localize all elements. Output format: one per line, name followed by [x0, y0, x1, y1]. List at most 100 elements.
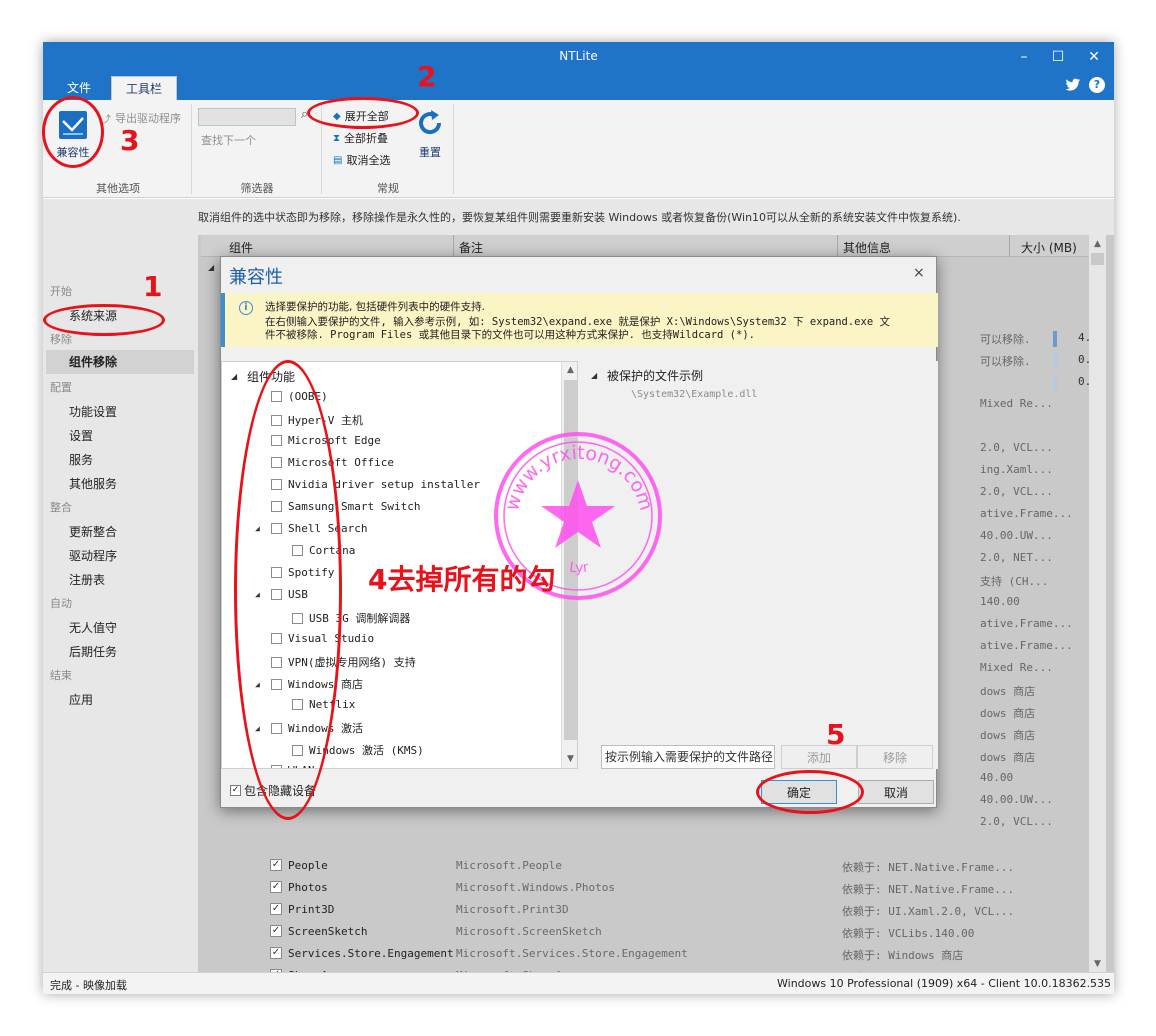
row-name: Services.Store.Engagement: [288, 947, 454, 960]
col-separator: [453, 235, 454, 257]
nav-header-config: 配置: [50, 381, 72, 394]
row-other: 依赖于: UI.Xaml.2.0, VCL...: [842, 905, 1015, 918]
grid-peek-text: 2.0, VCL...: [980, 485, 1053, 498]
filter-input[interactable]: [198, 108, 296, 126]
export-driver-button[interactable]: ⤴ 导出驱动程序: [101, 110, 181, 126]
nav-item-services[interactable]: 服务: [69, 451, 93, 468]
annotation-number: 5: [826, 718, 846, 751]
tree-toggle-icon[interactable]: ◢: [591, 371, 597, 380]
nav-item-unattended[interactable]: 无人值守: [69, 619, 117, 636]
row-name: Print3D: [288, 903, 335, 916]
row-note: Microsoft.People: [456, 859, 562, 872]
ribbon-separator: [453, 104, 454, 194]
nav-item-component-removal[interactable]: 组件移除: [46, 350, 194, 374]
grid-peek-text: 40.00: [980, 771, 1014, 784]
nav-header-remove: 移除: [50, 333, 72, 346]
collapse-icon: ⧗: [333, 132, 341, 144]
grid-scrollbar[interactable]: ▲ ▼: [1089, 235, 1106, 972]
protected-header[interactable]: ◢ 被保护的文件示例: [591, 367, 703, 384]
ribbon-separator: [191, 104, 192, 194]
dialog-title: 兼容性: [229, 267, 283, 288]
deselect-all-button[interactable]: ▤ 取消全选: [333, 152, 390, 168]
grid-peek-text: 2.0, VCL...: [980, 441, 1053, 454]
col-header-other[interactable]: 其他信息: [843, 239, 891, 256]
table-row[interactable]: ✓ ScreenSketch Microsoft.ScreenSketch 依赖于: …: [198, 921, 1086, 943]
left-nav: 开始 系统来源 移除 组件移除 配置 功能设置 设置 服务 其他服务 整合 更新…: [43, 235, 198, 972]
title-bar: NTLite – ☐ ✕: [43, 42, 1114, 72]
nav-item-post-setup[interactable]: 后期任务: [69, 643, 117, 660]
dialog-info-banner: i 选择要保护的功能, 包括硬件列表中的硬件支持. 在右侧输入要保护的文件, 输…: [221, 293, 938, 347]
collapse-all-button[interactable]: ⧗ 全部折叠: [333, 130, 388, 146]
table-row[interactable]: ✓ Services.Store.Engagement Microsoft.Serv…: [198, 943, 1086, 965]
nav-item-features[interactable]: 功能设置: [69, 403, 117, 420]
size-bar: [1053, 353, 1057, 369]
status-bar: 完成 - 映像加载 Windows 10 Professional (1909)…: [43, 972, 1114, 994]
group-label-filter: 筛选器: [240, 182, 274, 195]
row-checkbox[interactable]: ✓: [270, 903, 282, 915]
col-header-note[interactable]: 备注: [459, 239, 483, 256]
row-checkbox[interactable]: ✓: [270, 947, 282, 959]
dialog-close-button[interactable]: ×: [913, 265, 925, 281]
table-row[interactable]: ✓ Print3D Microsoft.Print3D 依赖于: UI.Xaml.2.…: [198, 899, 1086, 921]
remove-button[interactable]: 移除: [857, 745, 933, 769]
size-bar: [1053, 375, 1057, 391]
row-name: People: [288, 859, 328, 872]
table-row[interactable]: ✓ People Microsoft.People 依赖于: NET.Native.F…: [198, 855, 1086, 877]
grid-peek-text: 140.00: [980, 595, 1020, 608]
row-checkbox[interactable]: ✓: [270, 925, 282, 937]
nav-item-drivers[interactable]: 驱动程序: [69, 547, 117, 564]
row-checkbox[interactable]: ✓: [270, 881, 282, 893]
find-next-button[interactable]: 查找下一个: [201, 132, 256, 148]
annotation-instruction: 4去掉所有的勾: [368, 563, 556, 596]
annotation-circle-ok: [756, 770, 864, 814]
table-row[interactable]: ✓ Photos Microsoft.Windows.Photos 依赖于: NET.…: [198, 877, 1086, 899]
grid-peek-text: ative.Frame...: [980, 639, 1073, 652]
scroll-up-icon[interactable]: ▲: [562, 362, 577, 379]
nav-header-auto: 自动: [50, 597, 72, 610]
ribbon: 兼容性 ⤴ 导出驱动程序 其他选项 ⌕ 查找下一个 筛选器 ◆ 展开全部 ⧗ 全…: [43, 100, 1114, 198]
scroll-down-icon[interactable]: ▼: [562, 751, 577, 768]
scroll-up-icon[interactable]: ▲: [1089, 235, 1106, 252]
grid-peek-text: 2.0, NET...: [980, 551, 1053, 564]
nav-item-apply[interactable]: 应用: [69, 691, 93, 708]
nav-item-other-services[interactable]: 其他服务: [69, 475, 117, 492]
group-label-other: 其他选项: [96, 182, 140, 195]
size-bar: [1053, 331, 1057, 347]
add-button[interactable]: 添加: [781, 745, 857, 769]
nav-item-registry[interactable]: 注册表: [69, 571, 105, 588]
grid-peek-text: 可以移除.: [980, 355, 1031, 368]
grid-peek-text: 40.00.UW...: [980, 793, 1053, 806]
svg-text:Lyr: Lyr: [568, 559, 590, 576]
row-checkbox[interactable]: ✓: [270, 859, 282, 871]
grid-header: 组件 备注 其他信息 大小 (MB): [201, 235, 1089, 257]
close-button[interactable]: ✕: [1076, 42, 1112, 72]
maximize-button[interactable]: ☐: [1040, 42, 1076, 72]
grid-peek-text: dows 商店: [980, 707, 1036, 720]
annotation-number: 3: [120, 124, 140, 157]
row-name: ScreenSketch: [288, 925, 368, 938]
help-button[interactable]: ?: [1089, 77, 1105, 93]
tree-toggle-icon[interactable]: ◢: [231, 372, 237, 381]
grid-peek-text: ing.Xaml...: [980, 463, 1053, 476]
row-other: 依赖于: Windows 商店: [842, 949, 964, 962]
info-icon: i: [239, 301, 253, 315]
protected-path-input[interactable]: 按示例输入需要保护的文件路径: [601, 745, 775, 769]
minimize-button[interactable]: –: [1006, 42, 1042, 72]
col-header-component[interactable]: 组件: [229, 239, 253, 256]
nav-item-updates[interactable]: 更新整合: [69, 523, 117, 540]
scroll-down-icon[interactable]: ▼: [1089, 955, 1106, 972]
grid-peek-text: Mixed Re...: [980, 661, 1053, 674]
nav-header-finish: 结束: [50, 669, 72, 682]
expand-toggle-icon[interactable]: ◢: [208, 263, 214, 272]
grid-peek-text: 支持 (CH...: [980, 575, 1049, 588]
cancel-button[interactable]: 取消: [858, 780, 934, 804]
twitter-icon[interactable]: [1065, 78, 1081, 92]
status-right: Windows 10 Professional (1909) x64 - Cli…: [777, 977, 1112, 990]
nav-item-settings[interactable]: 设置: [69, 427, 93, 444]
grid-peek-text: dows 商店: [980, 729, 1036, 742]
tab-toolbar[interactable]: 工具栏: [111, 76, 178, 100]
scroll-thumb[interactable]: [1091, 253, 1104, 265]
row-note: Microsoft.ScreenSketch: [456, 925, 602, 938]
watermark-sub-text: Lyr: [568, 559, 590, 576]
col-header-size[interactable]: 大小 (MB): [1021, 239, 1077, 256]
